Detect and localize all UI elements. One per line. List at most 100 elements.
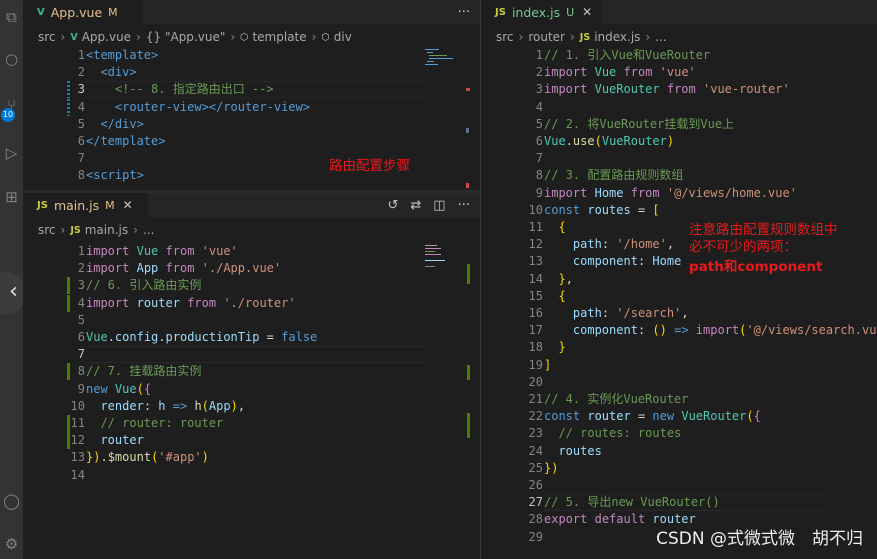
breadcrumb-item[interactable]: template: [252, 30, 306, 44]
code-text: <!-- 8. 指定路由出口 -->: [114, 82, 274, 97]
run-debug-icon[interactable]: ▷: [0, 142, 23, 164]
tab-index-js[interactable]: JS index.js U ✕: [481, 0, 601, 24]
git-change-marker[interactable]: [67, 98, 70, 116]
code-text: Vue.use(VueRouter): [544, 134, 675, 148]
code-line[interactable]: 3 import VueRouter from 'vue-router': [481, 81, 877, 98]
code-line[interactable]: 26: [481, 477, 877, 494]
git-change-marker[interactable]: [67, 81, 70, 99]
tab-app-vue[interactable]: V App.vue M: [23, 0, 143, 24]
line-number: 9: [77, 381, 85, 396]
code-line[interactable]: 23 // routes: routes: [481, 425, 877, 442]
breadcrumb-item[interactable]: src: [38, 223, 56, 237]
compare-changes-icon[interactable]: ⇄: [410, 198, 421, 213]
git-change-marker[interactable]: [67, 277, 70, 295]
code-line[interactable]: 4 import router from './router': [23, 295, 480, 312]
search-icon[interactable]: ○: [0, 48, 23, 70]
code-line[interactable]: 2 <div>: [23, 64, 480, 81]
code-line[interactable]: 5// 2. 将VueRouter挂载到Vue上: [481, 116, 877, 133]
code-line[interactable]: 2 import App from './App.vue': [23, 260, 480, 277]
close-icon[interactable]: ✕: [123, 198, 133, 212]
watermark: CSDN @式微式微 胡不归: [656, 529, 863, 549]
code-line[interactable]: 6 Vue.config.productionTip = false: [23, 329, 480, 346]
breadcrumb-item[interactable]: src: [38, 30, 56, 44]
code-line[interactable]: 10 render: h => h(App),: [23, 398, 480, 415]
minimap: [423, 243, 463, 283]
code-line[interactable]: 8// 7. 挂载路由实例: [23, 363, 480, 380]
close-icon[interactable]: ✕: [582, 5, 592, 19]
code-text: <script>: [86, 168, 144, 183]
git-change-marker[interactable]: [67, 415, 70, 432]
timeline-icon[interactable]: ↺: [387, 198, 398, 213]
tab-main-js[interactable]: JS main.js M ✕: [23, 193, 148, 217]
more-actions-icon[interactable]: ···: [458, 5, 470, 20]
code-text: component: Home: [572, 254, 682, 269]
files-icon[interactable]: ⧉: [0, 6, 23, 28]
code-line[interactable]: 24 routes: [481, 443, 877, 460]
code-line[interactable]: 10 const routes = [: [481, 202, 877, 219]
code-line[interactable]: 9 import Home from '@/views/home.vue': [481, 185, 877, 202]
git-change-marker[interactable]: [67, 363, 70, 381]
breadcrumb-item[interactable]: index.js: [594, 30, 640, 44]
code-line[interactable]: 4: [481, 99, 877, 116]
code-editor[interactable]: 1// 1. 引入Vue和VueRouter 2 import Vue from '…: [481, 47, 877, 559]
code-line[interactable]: 27// 5. 导出new VueRouter(): [481, 494, 877, 511]
code-line[interactable]: 8 <script>: [23, 167, 480, 184]
code-line[interactable]: 5: [23, 312, 480, 329]
code-line[interactable]: 25}): [481, 460, 877, 477]
code-line[interactable]: 1// 1. 引入Vue和VueRouter: [481, 47, 877, 64]
account-icon[interactable]: ◯: [0, 490, 23, 512]
code-text: new Vue({: [86, 381, 152, 396]
code-line[interactable]: 16 path: '/search',: [481, 305, 877, 322]
code-line[interactable]: 7: [23, 150, 480, 167]
code-line[interactable]: 7: [23, 346, 480, 363]
code-line[interactable]: 21// 4. 实例化VueRouter: [481, 391, 877, 408]
code-line[interactable]: 3// 6. 引入路由实例: [23, 277, 480, 294]
line-number: 5: [77, 312, 85, 327]
code-line[interactable]: 17 component: () => import('@/views/sear…: [481, 322, 877, 339]
line-number: 6: [77, 330, 85, 344]
breadcrumb-item[interactable]: main.js: [85, 223, 128, 237]
code-line[interactable]: 6 </template>: [23, 133, 480, 150]
extensions-icon[interactable]: ⊞: [0, 186, 23, 208]
breadcrumb-item[interactable]: {} "App.vue": [146, 30, 225, 44]
code-text: path: '/search',: [572, 306, 689, 320]
pane-divider[interactable]: [23, 190, 480, 193]
code-line[interactable]: 1 <template>: [23, 47, 480, 64]
code-line[interactable]: 5 </div>: [23, 116, 480, 133]
code-editor[interactable]: 1 <template> 2 <div> 3 <!-- 8. 指定路由出口 --> 4 …: [23, 47, 480, 190]
code-line[interactable]: 6 Vue.use(VueRouter): [481, 133, 877, 150]
breadcrumb-item[interactable]: src: [496, 30, 514, 44]
breadcrumb-item[interactable]: div: [334, 30, 352, 44]
code-line[interactable]: 14: [23, 467, 480, 484]
breadcrumb-item[interactable]: router: [528, 30, 565, 44]
code-line[interactable]: 9 new Vue({: [23, 381, 480, 398]
code-editor[interactable]: 1 import Vue from 'vue' 2 import App from '…: [23, 243, 480, 559]
line-number: 21: [528, 392, 543, 406]
code-line[interactable]: 4 <router-view></router-view>: [23, 99, 480, 116]
breadcrumb-item[interactable]: ...: [655, 30, 666, 44]
code-line[interactable]: 7: [481, 150, 877, 167]
code-text: router: [100, 433, 144, 448]
more-actions-icon[interactable]: ···: [458, 198, 470, 213]
code-line[interactable]: 20: [481, 374, 877, 391]
settings-gear-icon[interactable]: ⚙: [0, 533, 23, 555]
git-change-marker[interactable]: [67, 294, 70, 312]
code-line[interactable]: 2 import Vue from 'vue': [481, 64, 877, 81]
breadcrumb-item[interactable]: ...: [143, 223, 154, 237]
code-line[interactable]: 19]: [481, 357, 877, 374]
split-editor-icon[interactable]: ◫: [433, 198, 445, 213]
code-line[interactable]: 18 }: [481, 339, 877, 356]
breadcrumb-item[interactable]: App.vue: [82, 30, 131, 44]
git-change-marker[interactable]: [67, 432, 70, 450]
code-line[interactable]: 11 // router: router: [23, 415, 480, 432]
line-number: 17: [528, 323, 543, 338]
code-line[interactable]: 13}).$mount('#app'): [23, 449, 480, 466]
code-line[interactable]: 8// 3. 配置路由规则数组: [481, 167, 877, 184]
line-number: 20: [528, 374, 543, 389]
code-line[interactable]: 3 <!-- 8. 指定路由出口 -->: [23, 81, 480, 98]
code-text: import router from './router': [86, 295, 296, 310]
code-line[interactable]: 15 {: [481, 288, 877, 305]
code-line[interactable]: 1 import Vue from 'vue': [23, 243, 480, 260]
code-line[interactable]: 22 const router = new VueRouter({: [481, 408, 877, 425]
code-line[interactable]: 12 router: [23, 432, 480, 449]
